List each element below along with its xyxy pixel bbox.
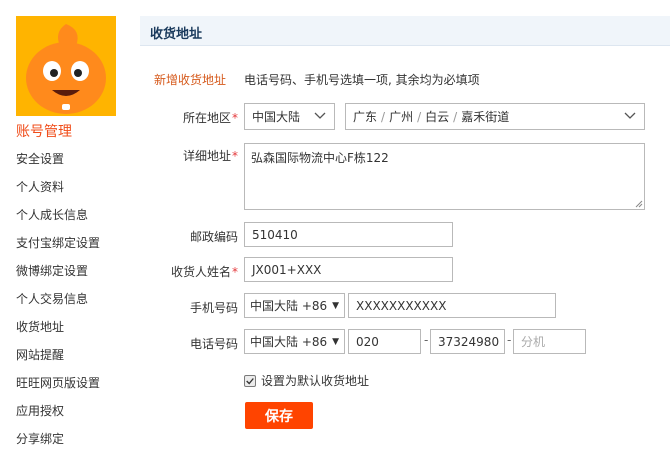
address-textarea[interactable]: 弘森国际物流中心F栋122 xyxy=(244,143,645,210)
required-mark: * xyxy=(232,265,238,279)
mobile-label: 手机号码 xyxy=(189,301,238,315)
recipient-input[interactable]: JX001+XXX xyxy=(244,257,453,282)
dash-separator: - xyxy=(424,333,429,347)
page-header: 收货地址 xyxy=(140,16,670,46)
sidebar-item-weibo[interactable]: 微博绑定设置 xyxy=(16,259,136,287)
caret-down-icon: ▼ xyxy=(332,301,339,311)
sidebar-item-wangwang[interactable]: 旺旺网页版设置 xyxy=(16,371,136,399)
chevron-down-icon xyxy=(624,112,636,119)
sidebar-item-trade-info[interactable]: 个人交易信息 xyxy=(16,287,136,315)
postcode-label: 邮政编码 xyxy=(189,230,238,244)
province-value: 广东 xyxy=(353,110,378,124)
recipient-label: 收货人姓名* xyxy=(170,265,238,279)
city-value: 广州 xyxy=(389,110,414,124)
sidebar-nav: 安全设置 个人资料 个人成长信息 支付宝绑定设置 微博绑定设置 个人交易信息 收… xyxy=(16,147,136,455)
sidebar-item-security[interactable]: 安全设置 xyxy=(16,147,136,175)
district-value: 白云 xyxy=(425,110,450,124)
required-mark: * xyxy=(232,149,238,163)
default-address-checkbox[interactable] xyxy=(244,374,256,387)
dash-separator: - xyxy=(507,333,512,347)
area-code-input[interactable]: 020 xyxy=(348,329,421,354)
checkmark-icon xyxy=(246,377,254,384)
phone-number-input[interactable]: 37324980 xyxy=(430,329,505,354)
extension-placeholder: 分机 xyxy=(521,335,546,349)
default-address-label: 设置为默认收货地址 xyxy=(261,374,370,388)
avatar xyxy=(16,16,116,116)
region-select[interactable]: 广东 / 广州 / 白云 / 嘉禾街道 xyxy=(345,103,645,130)
sidebar-item-app-auth[interactable]: 应用授权 xyxy=(16,399,136,427)
postcode-input[interactable]: 510410 xyxy=(244,222,453,247)
save-button[interactable]: 保存 xyxy=(245,402,313,429)
sidebar-item-profile[interactable]: 个人资料 xyxy=(16,175,136,203)
sidebar-item-share[interactable]: 分享绑定 xyxy=(16,427,136,455)
form-hint: 电话号码、手机号选填一项, 其余均为必填项 xyxy=(244,73,480,87)
required-mark: * xyxy=(232,111,238,125)
sidebar-item-growth[interactable]: 个人成长信息 xyxy=(16,203,136,231)
page-title: 收货地址 xyxy=(150,27,203,42)
mobile-input[interactable]: XXXXXXXXXXX xyxy=(348,293,556,318)
mascot-icon xyxy=(16,16,116,116)
country-select[interactable]: 中国大陆 xyxy=(244,103,335,130)
chevron-down-icon xyxy=(314,112,326,119)
sidebar-item-alipay[interactable]: 支付宝绑定设置 xyxy=(16,231,136,259)
caret-down-icon: ▼ xyxy=(332,337,339,347)
sidebar-title: 账号管理 xyxy=(16,124,72,140)
phone-label: 电话号码 xyxy=(189,337,238,351)
default-address-row[interactable]: 设置为默认收货地址 xyxy=(244,372,369,389)
sidebar-item-reminders[interactable]: 网站提醒 xyxy=(16,343,136,371)
sidebar-item-address[interactable]: 收货地址 xyxy=(16,315,136,343)
new-address-label: 新增收货地址 xyxy=(154,73,227,87)
resize-handle-icon[interactable] xyxy=(635,200,643,208)
street-value: 嘉禾街道 xyxy=(461,110,510,124)
mobile-country-select[interactable]: 中国大陆 +86 ▼ xyxy=(244,293,345,318)
extension-input[interactable]: 分机 xyxy=(513,329,586,354)
phone-country-select[interactable]: 中国大陆 +86 ▼ xyxy=(244,329,345,354)
address-label: 详细地址* xyxy=(182,149,238,163)
region-label: 所在地区* xyxy=(182,111,238,125)
